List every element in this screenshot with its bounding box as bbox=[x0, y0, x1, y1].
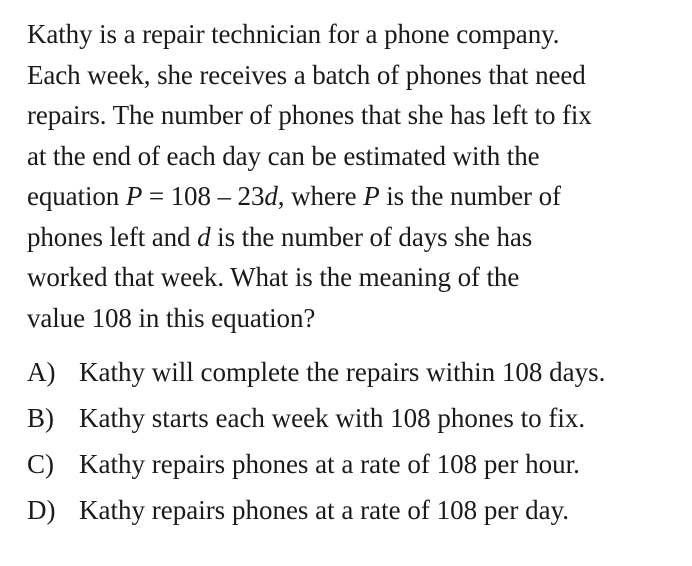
equation-explanation: is the number of bbox=[379, 181, 561, 211]
choice-letter: A) bbox=[27, 357, 56, 387]
choice-text: Kathy will complete the repairs within 1… bbox=[79, 357, 606, 387]
question-line: phones left and d is the number of days … bbox=[27, 217, 687, 258]
question-line: at the end of each day can be estimated … bbox=[27, 140, 540, 171]
choice-text: Kathy repairs phones at a rate of 108 pe… bbox=[79, 495, 570, 525]
equation-body: = 108 – 23 bbox=[142, 181, 265, 211]
equation-intro: equation bbox=[27, 181, 126, 211]
question-line-equation: equation P = 108 – 23d, where P is the n… bbox=[27, 176, 687, 217]
choice-d[interactable]: D) Kathy repairs phones at a rate of 108 … bbox=[27, 490, 687, 536]
question-line: repairs. The number of phones that she h… bbox=[27, 100, 592, 130]
choice-b[interactable]: B) Kathy starts each week with 108 phones… bbox=[27, 398, 687, 444]
question-text: Kathy is a repair technician for a phone… bbox=[27, 14, 687, 338]
variable-p: P bbox=[363, 181, 380, 211]
question-line: worked that week. What is the meaning of… bbox=[27, 262, 520, 292]
choice-letter: B) bbox=[27, 403, 54, 433]
choice-c[interactable]: C) Kathy repairs phones at a rate of 108 … bbox=[27, 444, 687, 490]
choice-text: Kathy repairs phones at a rate of 108 pe… bbox=[79, 449, 580, 479]
line-text: phones left and bbox=[27, 221, 198, 252]
line-text: is the number of days she has bbox=[210, 221, 533, 252]
question-line: Kathy is a repair technician for a phone… bbox=[27, 19, 560, 49]
answer-choices: A) Kathy will complete the repairs within… bbox=[27, 352, 687, 536]
question-line: value 108 in this equation? bbox=[27, 302, 316, 333]
question-line: Each week, she receives a batch of phone… bbox=[27, 59, 586, 90]
choice-letter: C) bbox=[27, 449, 54, 479]
variable-p: P bbox=[125, 181, 143, 211]
equation-where: , where bbox=[277, 181, 364, 211]
choice-letter: D) bbox=[27, 495, 56, 525]
choice-text: Kathy starts each week with 108 phones t… bbox=[79, 403, 586, 433]
variable-d: d bbox=[197, 221, 211, 252]
variable-d: d bbox=[264, 181, 278, 211]
choice-a[interactable]: A) Kathy will complete the repairs within… bbox=[27, 352, 687, 398]
